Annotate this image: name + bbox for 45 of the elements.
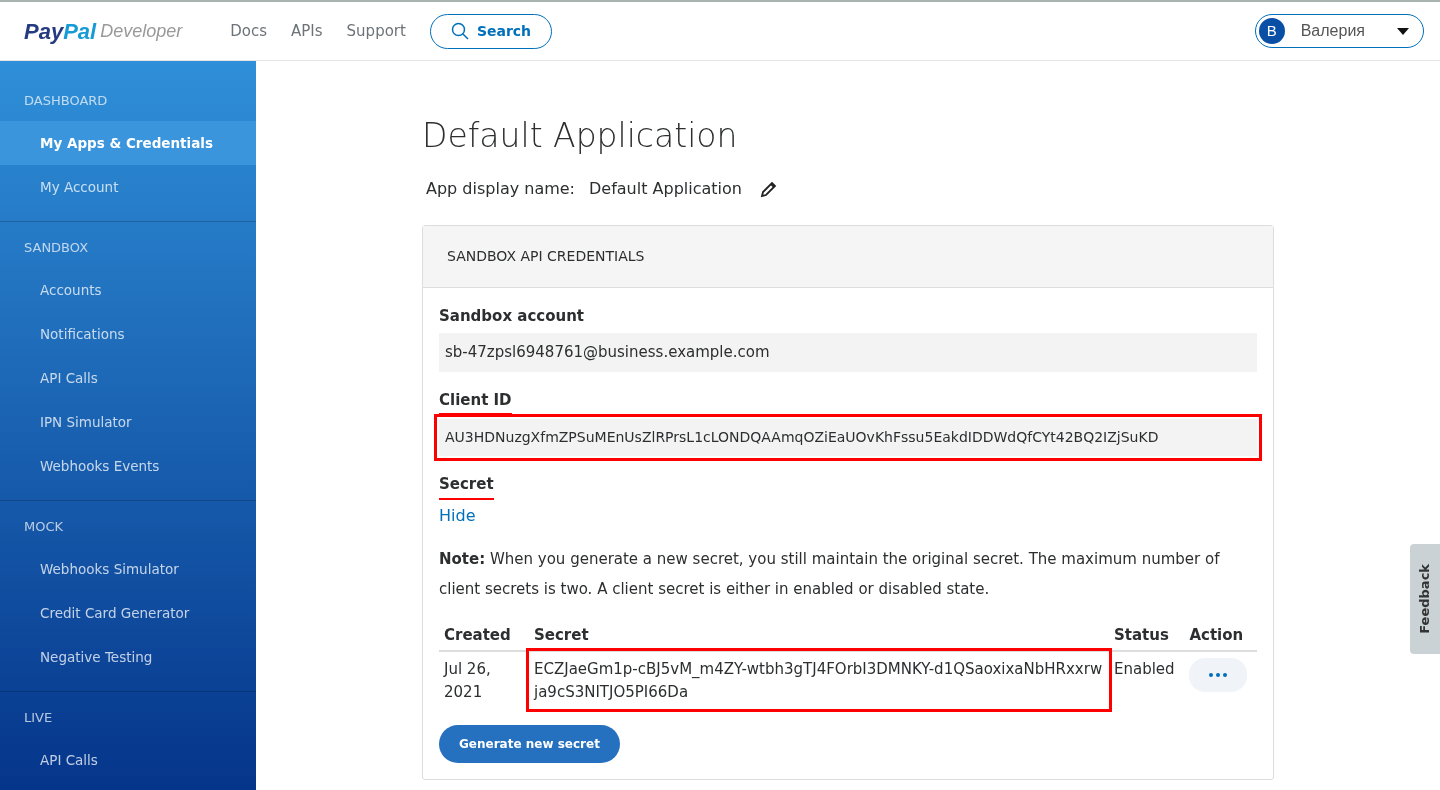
column-header: Status: [1109, 619, 1185, 651]
generate-secret-button[interactable]: Generate new secret: [439, 725, 620, 763]
field-label: Sandbox account: [439, 305, 585, 327]
sidebar-item[interactable]: Accounts: [0, 268, 256, 312]
card-header: SANDBOX API CREDENTIALS: [423, 225, 1273, 288]
feedback-tab[interactable]: Feedback: [1410, 544, 1440, 654]
column-header: Action: [1184, 619, 1257, 651]
logo-suffix: Developer: [100, 19, 183, 43]
user-menu[interactable]: B Валерия: [1254, 14, 1424, 48]
sidebar-item[interactable]: Credit Card Generator: [0, 591, 256, 635]
nav-link[interactable]: APIs: [291, 19, 323, 43]
display-name-value: Default Application: [589, 177, 742, 200]
logo-wordmark[interactable]: PayPal: [24, 14, 97, 48]
table-cell: Enabled: [1109, 651, 1185, 709]
sidebar-item[interactable]: Webhooks Simulator: [0, 547, 256, 591]
user-avatar: B: [1258, 18, 1285, 44]
search-icon: [450, 22, 469, 40]
nav-link[interactable]: Support: [346, 19, 406, 43]
sidebar-item[interactable]: Notifications: [0, 312, 256, 356]
sidebar-item[interactable]: IPN Simulator: [0, 400, 256, 444]
note-text: Note: When you generate a new secret, you still maintain the original secret. The maximum number of client secrets is two. A client secret is either in enabled or disabled state.: [439, 548, 1221, 600]
sidebar-heading: DASHBOARD: [23, 92, 109, 110]
sidebar-heading: MOCK: [23, 518, 65, 536]
sidebar-item[interactable]: API Calls: [0, 356, 256, 400]
page-title: Default Application: [422, 115, 739, 157]
sidebar-item[interactable]: Webhooks Events: [0, 444, 256, 488]
sidebar-item[interactable]: Negative Testing: [0, 635, 256, 679]
sidebar-heading: SANDBOX: [23, 239, 90, 257]
column-header: Created: [439, 619, 529, 651]
sidebar-item[interactable]: API Calls: [0, 738, 256, 782]
hide-link[interactable]: Hide: [439, 503, 476, 528]
field-value: sb-47zpsl6948761@business.example.com: [439, 333, 1257, 372]
secret-cell: ECZJaeGm1p-cBJ5vM_m4ZY-wtbh3gTJ4FOrbI3DMNKY-d1QSaoxixaNbHRxxrwja9cS3NITJO5PI66Da: [529, 651, 1109, 709]
field-label: Secret: [439, 473, 494, 500]
display-name-label: App display name:: [426, 177, 575, 200]
pencil-icon[interactable]: [759, 179, 778, 198]
caret-icon: [1397, 27, 1409, 35]
sidebar-heading: LIVE: [23, 709, 54, 727]
column-header: Secret: [529, 619, 1109, 651]
search-button[interactable]: Search: [429, 13, 553, 49]
table-cell: Jul 26, 2021: [439, 651, 529, 709]
nav-link[interactable]: Docs: [230, 19, 268, 43]
more-icon: [1208, 673, 1229, 677]
sidebar-item[interactable]: My Account: [0, 165, 256, 209]
sidebar-item[interactable]: My Apps & Credentials: [0, 121, 256, 165]
